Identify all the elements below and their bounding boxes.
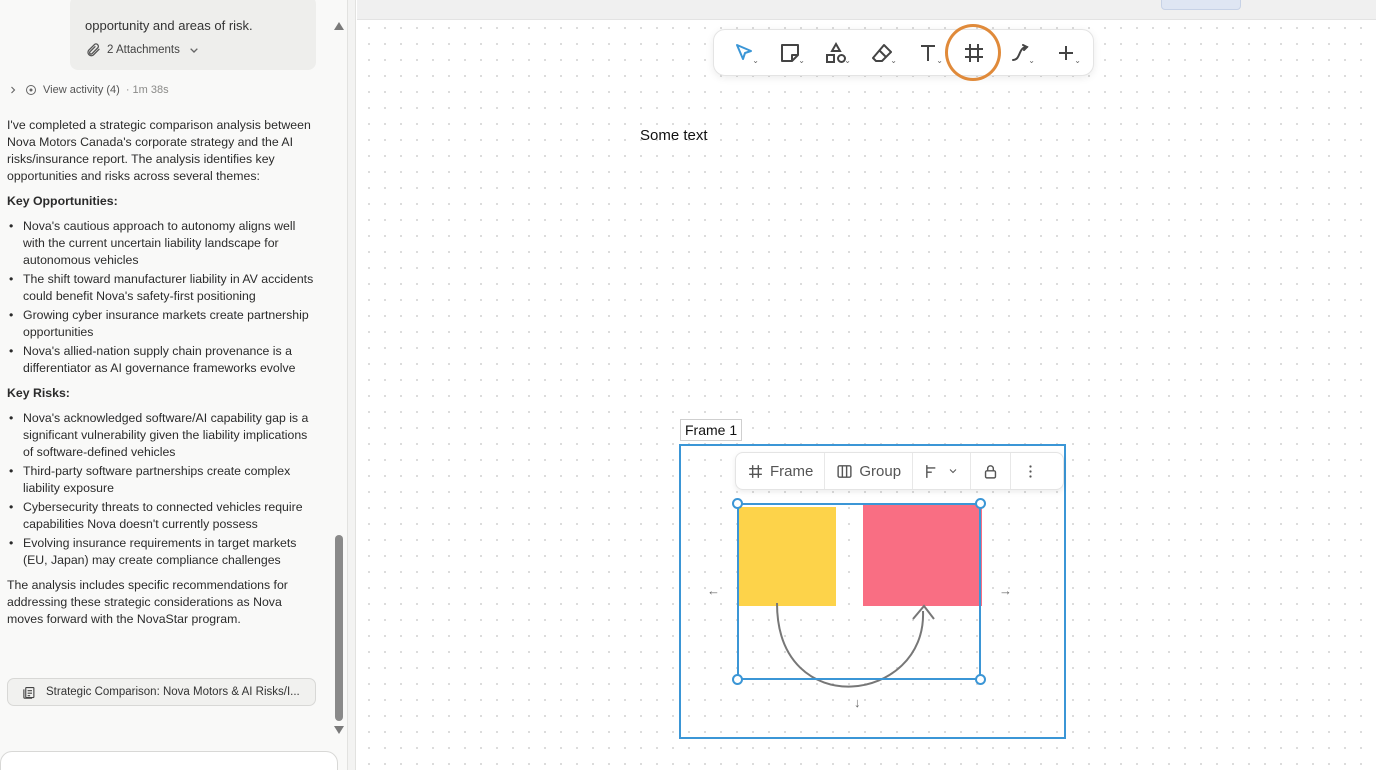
previous-message-text: opportunity and areas of risk. [85,18,253,33]
canvas-text-item[interactable]: Some text [640,127,708,144]
chevron-down-icon [190,48,198,53]
artifact-title: Strategic Comparison: Nova Motors & AI R… [46,686,300,698]
risks-heading: Key Risks: [7,386,70,400]
canvas-top-bar [357,0,1376,20]
view-activity-toggle[interactable]: View activity (4) · 1m 38s [7,82,169,98]
align-left-icon [926,464,936,478]
select-tool-button[interactable]: ⌄ [726,38,762,68]
list-item: Third-party software partnerships create… [7,463,319,497]
scroll-up-arrow-icon[interactable] [334,22,344,30]
canvas-toolbar: ⌄ ⌄ ⌄ ⌄ ⌄ ⌄ ⌄ [713,29,1094,76]
nudge-right-arrow-icon[interactable]: → [999,583,1012,598]
chat-input[interactable] [0,751,338,770]
nudge-left-arrow-icon[interactable]: ← [707,583,720,598]
add-tool-button[interactable]: ⌄ [1048,38,1084,68]
chevron-right-icon [11,86,16,94]
shapes-tool-button[interactable]: ⌄ [818,38,854,68]
scroll-down-arrow-icon[interactable] [334,726,344,734]
resize-handle-bottom-right[interactable] [975,674,986,685]
artifact-card[interactable]: Strategic Comparison: Nova Motors & AI R… [7,678,316,706]
resize-handle-top-right[interactable] [975,498,986,509]
nudge-down-arrow-icon[interactable]: ↓ [854,695,861,710]
chat-panel: opportunity and areas of risk. 2 Attachm… [0,0,347,770]
frame-tool-button[interactable] [956,38,992,68]
selection-box[interactable] [737,503,981,680]
group-button-label: Group [859,462,902,480]
list-item: Growing cyber insurance markets create p… [7,307,319,341]
attachments-label: 2 Attachments [107,44,180,56]
list-item: Nova's acknowledged software/AI capabili… [7,410,319,461]
activity-label: View activity (4) [43,84,120,96]
message-intro: I've completed a strategic comparison an… [7,118,311,183]
clock-icon [26,85,36,95]
assistant-message: I've completed a strategic comparison an… [7,117,319,636]
frame-selection-button[interactable]: Frame [736,453,826,489]
previous-message-bubble [70,0,316,70]
text-tool-button[interactable]: ⌄ [910,38,946,68]
chevron-down-icon [949,469,957,474]
attachments-toggle[interactable]: 2 Attachments [85,42,202,58]
activity-time: · 1m 38s [125,84,169,96]
selection-toolbar: Frame Group [735,452,1064,490]
paperclip-icon [87,43,100,57]
list-item: Cybersecurity threats to connected vehic… [7,499,319,533]
more-vertical-icon [1029,464,1032,478]
document-icon [23,686,35,699]
lock-icon [984,464,997,479]
note-tool-button[interactable]: ⌄ [772,38,808,68]
lock-button[interactable] [971,453,1012,489]
opportunities-list: Nova's cautious approach to autonomy ali… [7,218,319,377]
group-columns-icon [837,464,852,478]
list-item: Nova's allied-nation supply chain proven… [7,343,319,377]
frame-button-label: Frame [770,462,814,480]
resize-handle-bottom-left[interactable] [732,674,743,685]
message-closing: The analysis includes specific recommend… [7,578,288,626]
more-options-button[interactable] [1011,453,1050,489]
list-item: The shift toward manufacturer liability … [7,271,319,305]
resize-handle-top-left[interactable] [732,498,743,509]
connector-tool-button[interactable]: ⌄ [1002,38,1038,68]
list-item: Evolving insurance requirements in targe… [7,535,319,569]
panel-resize-handle[interactable] [347,0,356,770]
risks-list: Nova's acknowledged software/AI capabili… [7,410,319,569]
view-toggle[interactable] [1161,0,1241,10]
frame-title[interactable]: Frame 1 [680,419,743,441]
group-button[interactable]: Group [825,453,914,489]
frame-hash-icon [749,464,762,478]
list-item: Nova's cautious approach to autonomy ali… [7,218,319,269]
eraser-tool-button[interactable]: ⌄ [864,38,900,68]
align-menu-button[interactable] [913,453,972,489]
frame-hash-icon [965,44,983,62]
opportunities-heading: Key Opportunities: [7,194,118,208]
scrollbar-thumb[interactable] [335,535,343,721]
